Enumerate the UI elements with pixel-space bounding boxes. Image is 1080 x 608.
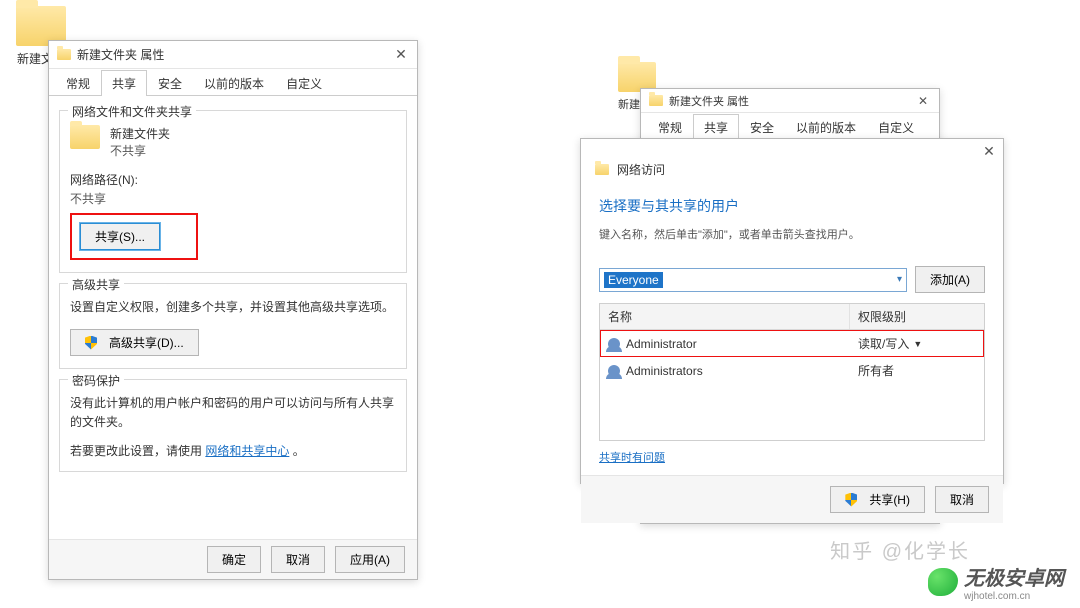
tab-previous[interactable]: 以前的版本	[785, 114, 867, 140]
share-label: 共享(H)	[869, 491, 910, 508]
col-level[interactable]: 权限级别	[850, 304, 984, 329]
chevron-down-icon: ▾	[897, 274, 902, 285]
ok-button[interactable]: 确定	[207, 546, 261, 573]
share-button[interactable]: 共享(S)...	[80, 223, 160, 250]
advanced-desc: 设置自定义权限，创建多个共享，并设置其他高级共享选项。	[70, 298, 396, 315]
permissions-table: 名称 权限级别 Administrator 读取/写入 ▼ Administrat…	[599, 303, 985, 441]
tab-custom[interactable]: 自定义	[275, 70, 333, 96]
add-button[interactable]: 添加(A)	[915, 266, 985, 293]
user-combo[interactable]: Everyone ▾	[599, 268, 907, 292]
user-icon	[608, 338, 620, 350]
dialog-buttons: 确定 取消 应用(A)	[49, 539, 417, 579]
na-header: 网络访问	[581, 153, 1003, 180]
share-issue-link[interactable]: 共享时有问题	[599, 452, 665, 464]
tab-general[interactable]: 常规	[647, 114, 693, 140]
advanced-share-button[interactable]: 高级共享(D)...	[70, 329, 199, 356]
tab-security[interactable]: 安全	[147, 70, 193, 96]
share-button-highlight: 共享(S)...	[70, 213, 198, 260]
cancel-button[interactable]: 取消	[271, 546, 325, 573]
combo-selected: Everyone	[604, 272, 663, 288]
titlebar[interactable]: 新建文件夹 属性 ✕	[641, 89, 939, 113]
folder-icon	[57, 49, 71, 60]
titlebar[interactable]: 新建文件夹 属性 ✕	[49, 41, 417, 69]
password-line2-suffix: 。	[293, 444, 305, 458]
group-title: 高级共享	[68, 276, 124, 293]
zhihu-watermark: 知乎 @化学长	[830, 535, 970, 564]
password-desc: 没有此计算机的用户帐户和密码的用户可以访问与所有人共享的文件夹。	[70, 394, 396, 432]
share-submit-button[interactable]: 共享(H)	[830, 486, 925, 513]
group-network-share: 网络文件和文件夹共享 新建文件夹 不共享 网络路径(N): 不共享 共享(S).…	[59, 110, 407, 273]
close-button[interactable]: ✕	[981, 143, 997, 159]
table-row[interactable]: Administrator 读取/写入 ▼	[600, 330, 984, 357]
brand-name: 无极安卓网	[964, 562, 1064, 591]
close-button[interactable]: ✕	[915, 93, 931, 109]
group-title: 网络文件和文件夹共享	[68, 103, 196, 120]
logo-icon	[928, 568, 958, 596]
tab-share[interactable]: 共享	[693, 114, 739, 140]
site-watermark: 无极安卓网 wjhotel.com.cn	[928, 562, 1064, 602]
na-footer: 共享(H) 取消	[581, 475, 1003, 523]
brand-url: wjhotel.com.cn	[964, 591, 1064, 602]
na-heading: 选择要与其共享的用户	[599, 196, 985, 216]
perm-level: 所有者	[858, 362, 894, 379]
folder-icon	[649, 95, 663, 106]
network-path-value: 不共享	[70, 190, 396, 207]
tab-previous[interactable]: 以前的版本	[193, 70, 275, 96]
na-hint: 键入名称，然后单击"添加"，或者单击箭头查找用户。	[599, 226, 985, 242]
chevron-down-icon[interactable]: ▼	[913, 339, 922, 349]
cancel-button[interactable]: 取消	[935, 486, 989, 513]
tab-general[interactable]: 常规	[55, 70, 101, 96]
tab-security[interactable]: 安全	[739, 114, 785, 140]
tab-custom[interactable]: 自定义	[867, 114, 925, 140]
advanced-share-label: 高级共享(D)...	[109, 334, 184, 351]
table-row[interactable]: Administrators 所有者	[600, 357, 984, 384]
user-icon	[608, 365, 620, 377]
user-name: Administrator	[626, 337, 697, 351]
network-access-dialog: ✕ 网络访问 选择要与其共享的用户 键入名称，然后单击"添加"，或者单击箭头查找…	[580, 138, 1004, 484]
group-password: 密码保护 没有此计算机的用户帐户和密码的用户可以访问与所有人共享的文件夹。 若要…	[59, 379, 407, 472]
window-title: 新建文件夹 属性	[669, 93, 749, 109]
group-advanced-share: 高级共享 设置自定义权限，创建多个共享，并设置其他高级共享选项。 高级共享(D)…	[59, 283, 407, 369]
col-name[interactable]: 名称	[600, 304, 850, 329]
network-center-link[interactable]: 网络和共享中心	[205, 444, 289, 458]
share-status: 不共享	[110, 142, 170, 159]
close-button[interactable]: ✕	[393, 47, 409, 63]
group-title: 密码保护	[68, 372, 124, 389]
folder-name: 新建文件夹	[110, 125, 170, 142]
tab-strip: 常规 共享 安全 以前的版本 自定义	[49, 69, 417, 96]
folder-icon	[70, 125, 100, 149]
password-line2-prefix: 若要更改此设置，请使用	[70, 444, 202, 458]
network-path-label: 网络路径(N):	[70, 171, 396, 188]
properties-window-left: 新建文件夹 属性 ✕ 常规 共享 安全 以前的版本 自定义 网络文件和文件夹共享…	[48, 40, 418, 580]
window-title: 新建文件夹 属性	[77, 46, 164, 63]
tab-strip: 常规 共享 安全 以前的版本 自定义	[641, 113, 939, 140]
perm-level: 读取/写入	[858, 335, 909, 352]
tab-share[interactable]: 共享	[101, 70, 147, 96]
apply-button[interactable]: 应用(A)	[335, 546, 405, 573]
folder-icon	[595, 164, 609, 175]
na-title: 网络访问	[617, 161, 665, 178]
user-name: Administrators	[626, 364, 703, 378]
